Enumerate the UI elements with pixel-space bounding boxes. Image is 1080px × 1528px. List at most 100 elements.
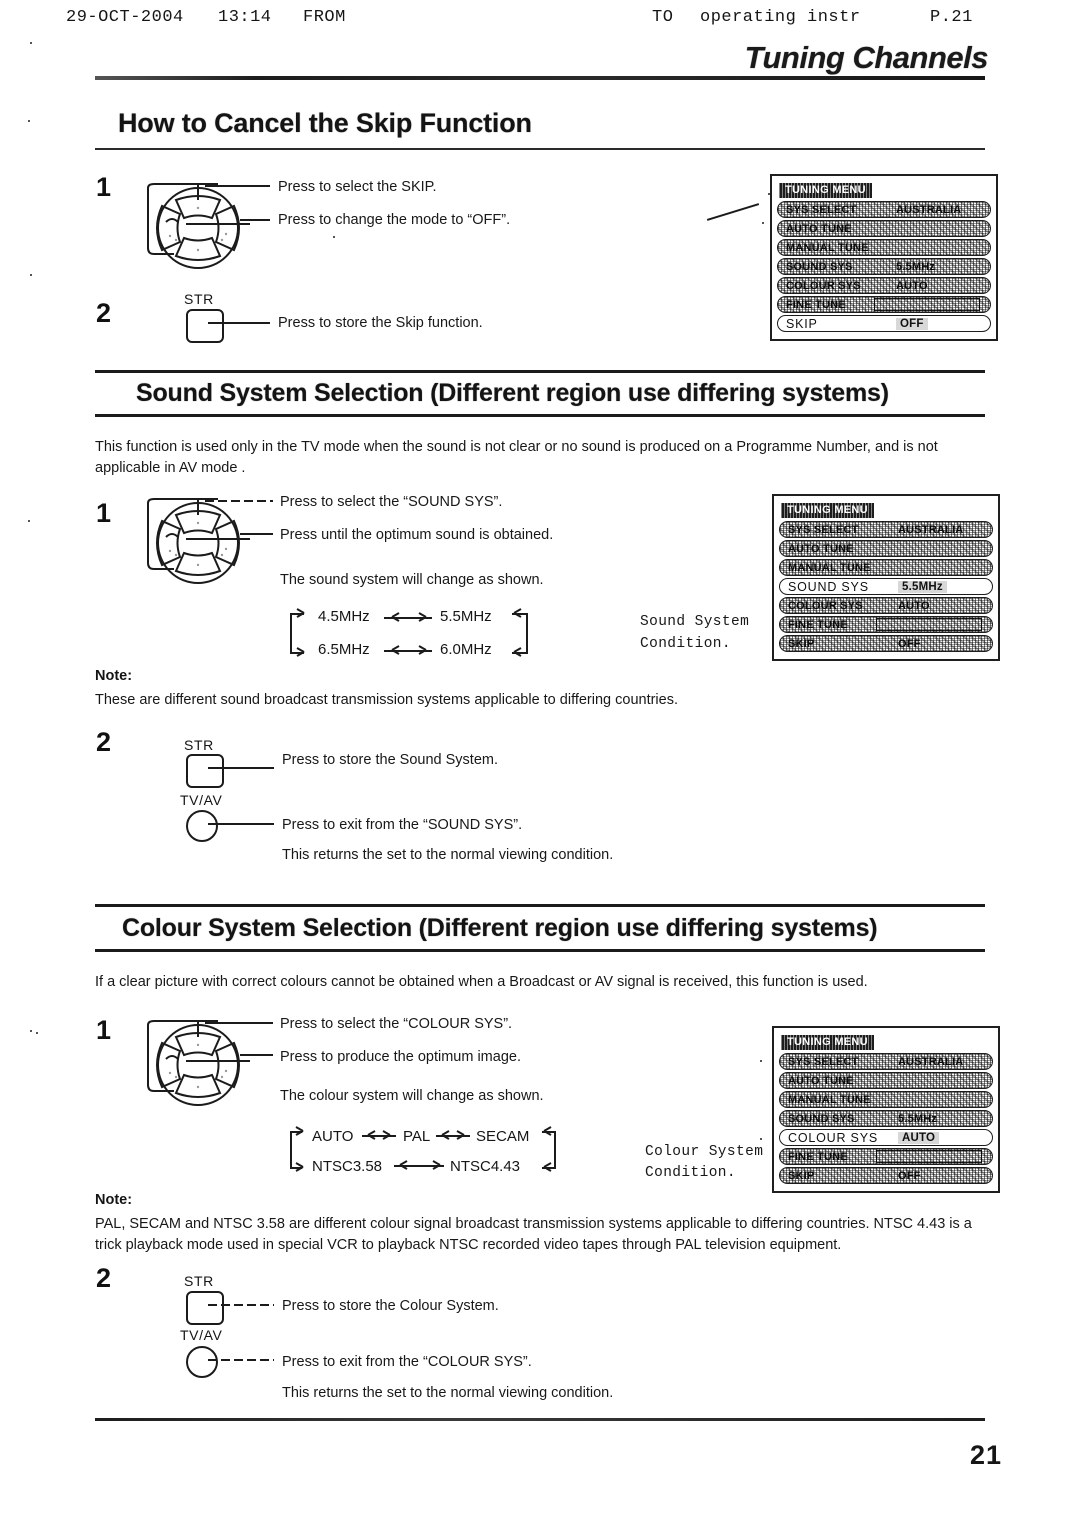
scan-speck xyxy=(30,274,32,276)
str-button-label: STR xyxy=(184,737,214,753)
osd-row-sound-sys[interactable]: SOUND SYS 5.5MHz xyxy=(779,578,993,595)
osd-row-key: SOUND SYS xyxy=(788,579,869,594)
dpad-icon xyxy=(140,493,258,593)
osd-row-fine-tune[interactable]: FINE TUNE xyxy=(777,296,991,313)
section-title-sound: Sound System Selection (Different region… xyxy=(136,379,889,407)
osd-row-sound-sys[interactable]: SOUND SYS 5.5MHz xyxy=(777,258,991,275)
colour-cycle-diagram: AUTO PAL SECAM NTSC3.58 NTSC4.43 xyxy=(290,1126,590,1178)
step-caption: Press to select the SKIP. xyxy=(278,179,437,195)
step-caption: This returns the set to the normal viewi… xyxy=(282,1385,614,1401)
osd-row-value: OFF xyxy=(898,1169,921,1182)
step-caption: Press to produce the optimum image. xyxy=(280,1049,521,1065)
leader-line xyxy=(240,219,270,221)
leader-line xyxy=(205,1022,273,1024)
osd-row-key: SOUND SYS xyxy=(788,1112,855,1125)
osd-row-auto-tune[interactable]: AUTO TUNE xyxy=(779,1072,993,1089)
step-caption: The colour system will change as shown. xyxy=(280,1088,544,1104)
tv-osd-menu: TUNING MENU SYS SELECT AUSTRALIA AUTO TU… xyxy=(772,1026,1000,1193)
fax-transmission-header: 29-OCT-2004 13:14 FROM TO operating inst… xyxy=(0,8,1080,34)
scan-speck xyxy=(28,120,30,122)
osd-row-sound-sys[interactable]: SOUND SYS 5.5MHz xyxy=(779,1110,993,1127)
step-number: 1 xyxy=(96,172,112,202)
scan-speck xyxy=(760,1138,762,1140)
step-number: 1 xyxy=(96,1015,112,1045)
osd-row-auto-tune[interactable]: AUTO TUNE xyxy=(779,540,993,557)
osd-row-manual-tune[interactable]: MANUAL TUNE xyxy=(777,239,991,256)
osd-row-skip[interactable]: SKIP OFF xyxy=(779,1167,993,1184)
fax-date: 29-OCT-2004 xyxy=(66,8,184,27)
osd-row-fine-tune[interactable]: FINE TUNE xyxy=(779,1148,993,1165)
section-intro-sound: This function is used only in the TV mod… xyxy=(95,439,938,476)
osd-row-key: MANUAL TUNE xyxy=(788,1093,871,1106)
step-caption: Press to exit from the “SOUND SYS”. xyxy=(282,817,523,833)
osd-row-value: AUSTRALIA xyxy=(898,1055,964,1068)
step-caption: Press to exit from the “COLOUR SYS”. xyxy=(282,1354,532,1370)
fax-from-label: FROM xyxy=(303,8,346,27)
section-title-skip: How to Cancel the Skip Function xyxy=(118,108,532,138)
osd-row-sys-select[interactable]: SYS SELECT AUSTRALIA xyxy=(779,1053,993,1070)
osd-row-key: FINE TUNE xyxy=(788,1150,848,1163)
osd-row-manual-tune[interactable]: MANUAL TUNE xyxy=(779,559,993,576)
section-intro-colour: If a clear picture with correct colours … xyxy=(95,974,868,990)
osd-row-key: COLOUR SYS xyxy=(788,599,863,612)
scan-speck xyxy=(333,236,335,238)
osd-row-auto-tune[interactable]: AUTO TUNE xyxy=(777,220,991,237)
str-button[interactable] xyxy=(186,309,224,343)
osd-row-manual-tune[interactable]: MANUAL TUNE xyxy=(779,1091,993,1108)
osd-row-key: SYS SELECT xyxy=(786,203,857,216)
osd-row-value: 5.5MHz xyxy=(898,1112,938,1125)
leader-line xyxy=(208,322,270,324)
tvav-button-label: TV/AV xyxy=(180,1327,223,1343)
osd-row-key: COLOUR SYS xyxy=(788,1130,878,1145)
step-number: 2 xyxy=(96,1263,112,1293)
str-button[interactable] xyxy=(186,754,224,788)
tv-osd-menu: TUNING MENU SYS SELECT AUSTRALIA AUTO TU… xyxy=(770,174,998,341)
osd-row-value xyxy=(876,1150,982,1163)
osd-row-key: FINE TUNE xyxy=(788,618,848,631)
osd-menu-title: TUNING MENU xyxy=(781,503,874,518)
osd-row-colour-sys[interactable]: COLOUR SYS AUTO xyxy=(777,277,991,294)
osd-row-value: OFF xyxy=(896,317,928,330)
osd-row-key: MANUAL TUNE xyxy=(788,561,871,574)
cycle-caption: Condition. xyxy=(640,636,732,652)
str-button-label: STR xyxy=(184,291,214,307)
document-page: 29-OCT-2004 13:14 FROM TO operating inst… xyxy=(0,0,1080,1528)
leader-line xyxy=(205,185,270,187)
section-rule-colour-top xyxy=(95,904,985,907)
osd-row-sys-select[interactable]: SYS SELECT AUSTRALIA xyxy=(777,201,991,218)
tvav-button[interactable] xyxy=(186,810,218,842)
osd-row-value: AUTO xyxy=(896,279,928,292)
str-button[interactable] xyxy=(186,1291,224,1325)
step-number: 2 xyxy=(96,727,112,757)
osd-row-fine-tune[interactable]: FINE TUNE xyxy=(779,616,993,633)
sound-cycle-diagram: 4.5MHz 5.5MHz 6.5MHz 6.0MHz xyxy=(290,608,550,658)
tvav-button[interactable] xyxy=(186,1346,218,1378)
osd-row-value: AUTO xyxy=(898,1131,940,1144)
osd-row-value: AUSTRALIA xyxy=(896,203,962,216)
osd-row-value: 5.5MHz xyxy=(898,580,947,593)
cycle-caption: Colour System xyxy=(645,1144,764,1160)
osd-row-colour-sys[interactable]: COLOUR SYS AUTO xyxy=(779,1129,993,1146)
leader-line xyxy=(208,1359,274,1361)
osd-row-key: FINE TUNE xyxy=(786,298,846,311)
scan-speck xyxy=(30,1030,32,1032)
dpad-icon xyxy=(140,1015,258,1115)
osd-row-sys-select[interactable]: SYS SELECT AUSTRALIA xyxy=(779,521,993,538)
scan-speck xyxy=(30,42,32,44)
osd-row-skip[interactable]: SKIP OFF xyxy=(779,635,993,652)
osd-menu-title: TUNING MENU xyxy=(781,1035,874,1050)
fax-to-label: TO xyxy=(652,8,674,27)
osd-row-key: SYS SELECT xyxy=(788,523,859,536)
osd-row-key: AUTO TUNE xyxy=(788,542,854,555)
fax-destination: operating instr xyxy=(700,8,861,27)
leader-line xyxy=(205,500,273,502)
osd-row-colour-sys[interactable]: COLOUR SYS AUTO xyxy=(779,597,993,614)
step-caption: This returns the set to the normal viewi… xyxy=(282,847,614,863)
footer-rule xyxy=(95,1418,985,1421)
osd-row-key: SYS SELECT xyxy=(788,1055,859,1068)
osd-row-skip[interactable]: SKIP OFF xyxy=(777,315,991,332)
section-rule-sound-top xyxy=(95,370,985,373)
scan-artifact xyxy=(706,203,760,221)
leader-line xyxy=(208,767,274,769)
osd-row-key: SOUND SYS xyxy=(786,260,853,273)
